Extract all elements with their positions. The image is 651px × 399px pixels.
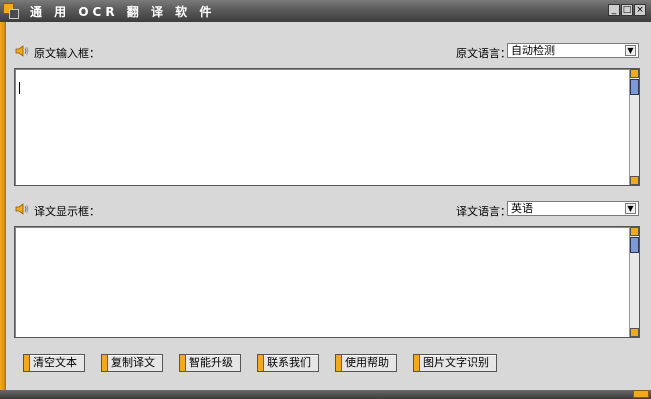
status-bar [0,390,651,399]
target-text-output[interactable] [14,226,640,338]
target-language-label: 译文语言： [456,205,511,218]
scroll-thumb[interactable] [630,237,639,253]
source-language-select[interactable]: 自动检测 ▼ [507,43,639,58]
image-ocr-button[interactable]: 图片文字识别 [413,354,497,372]
text-caret [19,82,20,94]
minimize-button[interactable]: _ [608,4,620,16]
app-window: 通 用 OCR 翻 译 软 件 _ □ × 原文输入框： 原文语言： 自动检测 … [0,0,651,399]
close-button[interactable]: × [634,4,646,16]
resize-grip-icon[interactable] [633,390,649,398]
copy-translation-button[interactable]: 复制译文 [101,354,163,372]
speaker-icon [15,203,29,215]
chevron-down-icon[interactable]: ▼ [625,203,636,214]
source-text-input[interactable] [14,68,640,186]
help-button[interactable]: 使用帮助 [335,354,397,372]
speaker-icon [15,45,29,57]
scroll-up-button[interactable] [630,227,639,236]
scroll-down-button[interactable] [630,328,639,337]
window-controls: _ □ × [608,4,646,16]
maximize-button[interactable]: □ [621,4,633,16]
source-language-value: 自动检测 [511,44,555,57]
scroll-thumb[interactable] [630,79,639,95]
title-bar[interactable]: 通 用 OCR 翻 译 软 件 _ □ × [0,0,651,22]
contact-us-button[interactable]: 联系我们 [257,354,319,372]
app-logo-icon [0,0,22,22]
left-accent-strip [0,22,6,390]
scroll-down-button[interactable] [630,176,639,185]
target-output-label: 译文显示框： [34,205,100,218]
source-scrollbar[interactable] [629,69,639,185]
window-title: 通 用 OCR 翻 译 软 件 [30,5,216,19]
scroll-up-button[interactable] [630,69,639,78]
smart-upgrade-button[interactable]: 智能升级 [179,354,241,372]
chevron-down-icon[interactable]: ▼ [625,45,636,56]
clear-text-button[interactable]: 清空文本 [23,354,85,372]
target-language-select[interactable]: 英语 ▼ [507,201,639,216]
source-language-label: 原文语言： [456,47,511,60]
target-language-value: 英语 [511,202,533,215]
target-scrollbar[interactable] [629,227,639,337]
source-input-label: 原文输入框： [34,47,100,60]
